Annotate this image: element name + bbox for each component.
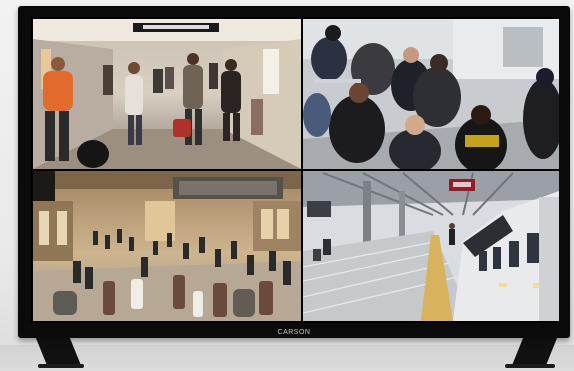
camera-feed-2[interactable] [303, 19, 559, 169]
camera-feed-3-image [33, 171, 301, 321]
camera-feed-1[interactable] [33, 19, 301, 169]
stand-foot-left [38, 364, 84, 368]
stand-foot-right [505, 364, 555, 368]
monitor-bezel: CARSON [18, 6, 570, 338]
camera-grid [31, 17, 559, 323]
camera-feed-4-image [303, 171, 559, 321]
camera-feed-4[interactable] [303, 171, 559, 321]
camera-feed-3[interactable] [33, 171, 301, 321]
floor-shadow [0, 345, 574, 371]
brand-logo: CARSON [277, 329, 311, 336]
camera-feed-2-image [303, 19, 559, 169]
camera-feed-1-image [33, 19, 301, 169]
